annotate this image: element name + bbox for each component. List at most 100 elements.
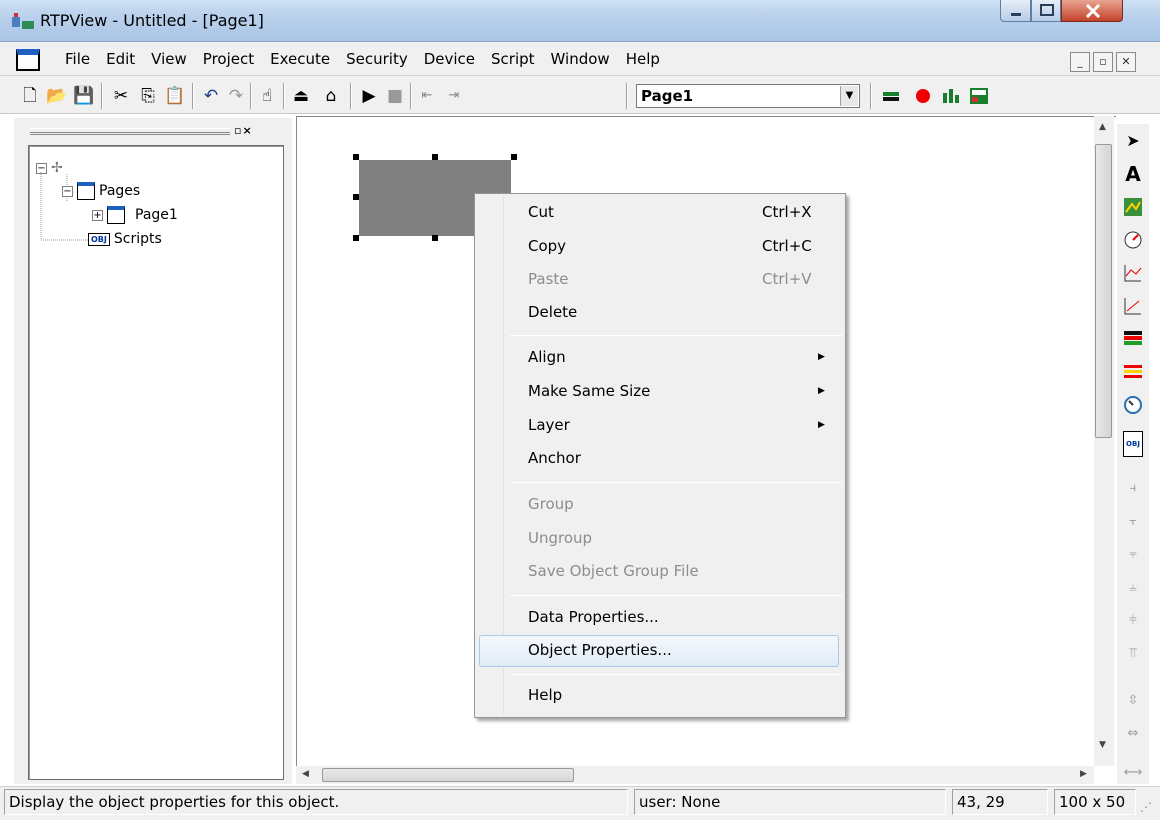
- vertical-scroll-thumb[interactable]: [1095, 144, 1112, 438]
- rtp-info-icon[interactable]: [968, 85, 990, 107]
- submenu-arrow-icon: ▶: [818, 420, 825, 430]
- lock-closed-icon[interactable]: ⌂: [320, 85, 342, 107]
- pointer-hand-icon[interactable]: ☝: [256, 85, 278, 107]
- align-bottom-icon[interactable]: ⫨: [1122, 577, 1144, 599]
- menu-project[interactable]: Project: [195, 48, 262, 70]
- menu-item-align[interactable]: Align: [528, 348, 566, 366]
- text-tool-icon[interactable]: A: [1122, 163, 1144, 185]
- align-top-icon[interactable]: ⫧: [1122, 544, 1144, 566]
- gauge-icon[interactable]: [1122, 229, 1144, 251]
- dial-icon[interactable]: [1122, 394, 1144, 416]
- save-icon[interactable]: 💾: [73, 85, 95, 107]
- menu-items: File Edit View Project Execute Security …: [57, 48, 668, 70]
- record-icon[interactable]: [912, 85, 934, 107]
- menu-item-cut[interactable]: Cut: [528, 203, 554, 221]
- script-obj-icon: OBJ: [88, 232, 110, 246]
- resize-handle[interactable]: [353, 194, 359, 200]
- scroll-right-icon[interactable]: ▶: [1080, 769, 1087, 779]
- minimize-button[interactable]: [1000, 0, 1031, 22]
- menu-view[interactable]: View: [143, 48, 195, 70]
- menu-item-object-properties[interactable]: Object Properties...: [528, 641, 672, 659]
- stop-icon[interactable]: ■: [384, 85, 406, 107]
- menu-security[interactable]: Security: [338, 48, 416, 70]
- open-folder-icon[interactable]: 📂: [46, 85, 68, 107]
- lock-open-icon[interactable]: ⏏: [290, 85, 312, 107]
- same-width-icon[interactable]: ⟷: [1122, 762, 1144, 784]
- maximize-button[interactable]: [1031, 0, 1061, 22]
- menu-separator: [510, 674, 842, 675]
- cut-icon[interactable]: ✂: [110, 85, 132, 107]
- tree-item-page1[interactable]: + Page1: [92, 206, 178, 224]
- resize-handle[interactable]: [511, 154, 517, 160]
- scroll-left-icon[interactable]: ◀: [302, 769, 309, 779]
- level-bars-icon[interactable]: [1122, 361, 1144, 383]
- prev-page-icon[interactable]: ⇤: [416, 85, 438, 107]
- select-arrow-icon[interactable]: ➤: [1122, 130, 1144, 152]
- scroll-up-icon[interactable]: ▲: [1099, 122, 1106, 132]
- menu-item-delete[interactable]: Delete: [528, 303, 577, 321]
- menu-item-data-properties[interactable]: Data Properties...: [528, 608, 659, 626]
- mdi-minimize-button[interactable]: _: [1070, 52, 1090, 72]
- space-horizontal-icon[interactable]: ⇔: [1122, 723, 1144, 745]
- xy-plot-icon[interactable]: [1122, 295, 1144, 317]
- tree-item-scripts[interactable]: OBJ Scripts: [88, 231, 162, 247]
- resize-handle[interactable]: [353, 154, 359, 160]
- tree-item-scripts-label: Scripts: [113, 231, 162, 247]
- scroll-down-icon[interactable]: ▼: [1099, 740, 1106, 750]
- toolbar-separator: [283, 83, 285, 109]
- menu-file[interactable]: File: [57, 48, 98, 70]
- menu-window[interactable]: Window: [543, 48, 618, 70]
- menu-item-paste[interactable]: Paste: [528, 270, 569, 288]
- mdi-close-button[interactable]: ✕: [1116, 52, 1136, 72]
- space-vertical-icon[interactable]: ⇳: [1122, 690, 1144, 712]
- object-tool-icon[interactable]: OBJ: [1122, 430, 1144, 457]
- next-page-icon[interactable]: ⇥: [443, 85, 465, 107]
- menu-item-make-same-size[interactable]: Make Same Size: [528, 382, 650, 400]
- collapse-icon[interactable]: −: [62, 185, 73, 197]
- shortcut-cut: Ctrl+X: [762, 203, 812, 221]
- page-select[interactable]: Page1 ▼: [636, 84, 860, 108]
- paste-icon[interactable]: 📋: [164, 85, 186, 107]
- resize-handle[interactable]: [353, 235, 359, 241]
- run-icon[interactable]: ▶: [358, 85, 380, 107]
- menu-device[interactable]: Device: [416, 48, 483, 70]
- close-button[interactable]: [1061, 0, 1123, 22]
- copy-icon[interactable]: ⎘: [137, 85, 159, 107]
- menu-item-save-object-group-file[interactable]: Save Object Group File: [528, 562, 699, 580]
- new-file-icon[interactable]: 🗋: [19, 85, 41, 107]
- bar-chart-icon[interactable]: [940, 85, 962, 107]
- shortcut-copy: Ctrl+C: [762, 237, 812, 255]
- image-tool-icon[interactable]: [1122, 196, 1144, 218]
- trend-chart-icon[interactable]: [1122, 262, 1144, 284]
- menu-help[interactable]: Help: [618, 48, 668, 70]
- horizontal-scroll-thumb[interactable]: [322, 768, 574, 782]
- menu-item-ungroup[interactable]: Ungroup: [528, 529, 592, 547]
- menu-script[interactable]: Script: [483, 48, 543, 70]
- document-icon[interactable]: [16, 49, 40, 71]
- menu-item-layer[interactable]: Layer: [528, 416, 570, 434]
- align-right-icon[interactable]: ⫟: [1122, 511, 1144, 533]
- undo-icon[interactable]: ↶: [200, 85, 222, 107]
- mdi-restore-button[interactable]: ▫: [1093, 52, 1113, 72]
- align-left-icon[interactable]: ⫞: [1122, 478, 1144, 500]
- panel-controls[interactable]: ▫×: [234, 124, 253, 137]
- menu-item-copy[interactable]: Copy: [528, 237, 566, 255]
- center-vertical-icon[interactable]: ⫪: [1122, 643, 1144, 665]
- expand-icon[interactable]: +: [92, 209, 103, 221]
- panel-grip[interactable]: [30, 128, 230, 133]
- toolbar-separator: [870, 83, 872, 109]
- chevron-down-icon[interactable]: ▼: [840, 86, 858, 106]
- resize-grip-icon[interactable]: ⋰: [1140, 800, 1152, 814]
- center-horizontal-icon[interactable]: ⫩: [1122, 610, 1144, 632]
- menu-edit[interactable]: Edit: [98, 48, 143, 70]
- menu-item-group[interactable]: Group: [528, 495, 574, 513]
- device-icon[interactable]: [880, 85, 902, 107]
- menu-item-help[interactable]: Help: [528, 686, 562, 704]
- redo-icon[interactable]: ↷: [225, 85, 247, 107]
- resize-handle[interactable]: [432, 154, 438, 160]
- menu-item-anchor[interactable]: Anchor: [528, 449, 581, 467]
- bar-meter-icon[interactable]: [1122, 328, 1144, 350]
- tree-item-pages[interactable]: − Pages: [62, 182, 140, 200]
- menu-execute[interactable]: Execute: [262, 48, 338, 70]
- resize-handle[interactable]: [432, 235, 438, 241]
